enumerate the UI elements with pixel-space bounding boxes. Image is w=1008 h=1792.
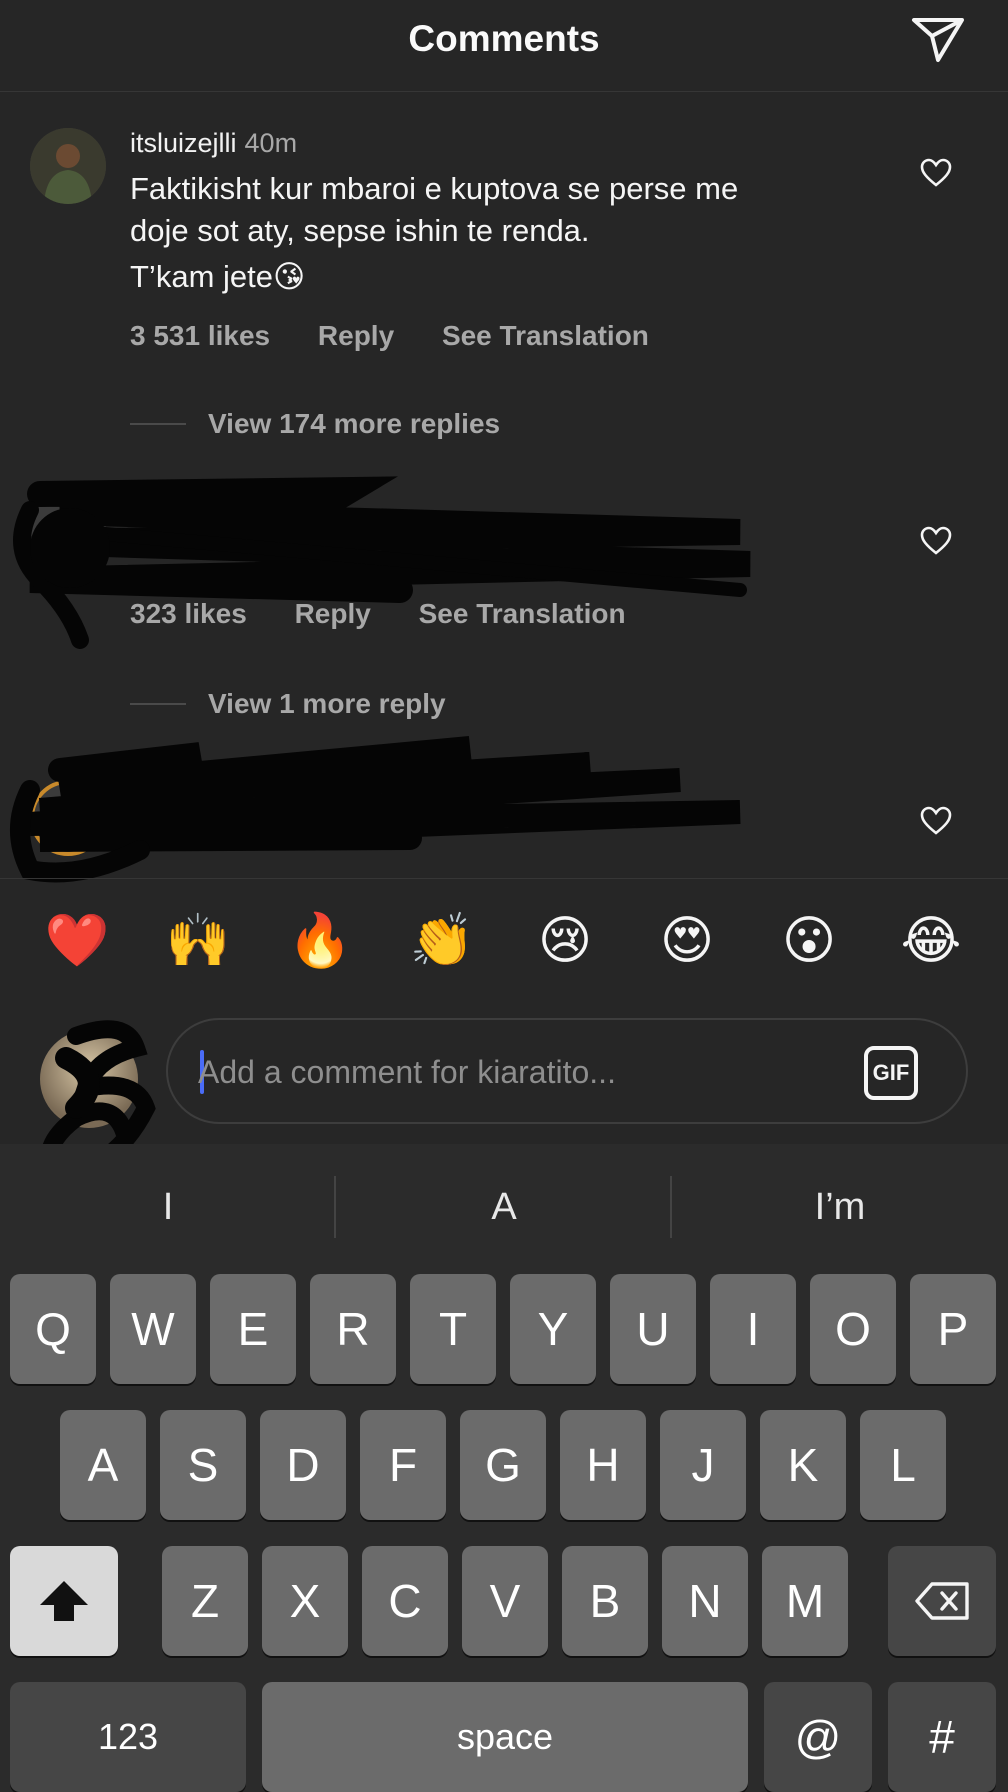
view-replies-button[interactable]: View 1 more reply [130,688,446,720]
redaction-scribble [10,736,741,883]
likes-count[interactable]: 323 likes [130,598,247,629]
backspace-icon [915,1582,969,1620]
redaction-scribble [13,476,751,649]
comments-screen: Comments itsluizejlli 40m Faktikisht kur … [0,0,1008,1792]
reaction-raised-hands-emoji[interactable]: 🙌 [163,911,233,971]
key-p[interactable]: P [910,1274,996,1384]
divider [130,703,186,705]
backspace-key[interactable] [888,1546,996,1656]
like-heart-icon[interactable] [920,158,952,188]
share-send-icon[interactable] [910,14,966,64]
key-a[interactable]: A [60,1410,146,1520]
reaction-heart-eyes-emoji[interactable]: 😍 [652,911,722,971]
at-key[interactable]: @ [764,1682,872,1792]
keyboard-suggestions: I A I’m [0,1144,1008,1270]
key-m[interactable]: M [762,1546,848,1656]
key-n[interactable]: N [662,1546,748,1656]
key-f[interactable]: F [360,1410,446,1520]
reaction-bar: ❤️ 🙌 🔥 👏 😢 😍 😮 😂 [0,878,1008,1018]
shift-arrow-icon [40,1581,88,1621]
reaction-heart-emoji[interactable]: ❤️ [42,911,112,971]
avatar[interactable] [30,780,106,856]
shift-key[interactable] [10,1546,118,1656]
avatar [40,1030,138,1128]
on-screen-keyboard: I A I’m Q W E R T Y U I O P A S D F G H … [0,1144,1008,1792]
key-j[interactable]: J [660,1410,746,1520]
comment-time: 40m [244,128,298,158]
suggestion-item[interactable]: A [336,1186,672,1229]
key-k[interactable]: K [760,1410,846,1520]
key-c[interactable]: C [362,1546,448,1656]
reaction-crying-emoji[interactable]: 😢 [530,911,600,971]
key-w[interactable]: W [110,1274,196,1384]
gif-button[interactable]: GIF [864,1046,918,1100]
reaction-laughing-emoji[interactable]: 😂 [896,911,966,971]
key-q[interactable]: Q [10,1274,96,1384]
key-b[interactable]: B [562,1546,648,1656]
header: Comments [0,0,1008,92]
view-replies-button[interactable]: View 174 more replies [130,408,500,440]
key-x[interactable]: X [262,1546,348,1656]
numbers-key[interactable]: 123 [10,1682,246,1792]
like-heart-icon[interactable] [920,526,952,556]
divider [130,423,186,425]
page-title: Comments [408,18,600,59]
like-heart-icon[interactable] [920,806,952,836]
comment-input[interactable] [198,1046,818,1098]
key-s[interactable]: S [160,1410,246,1520]
likes-count[interactable]: 3 531 likes [130,320,270,351]
key-l[interactable]: L [860,1410,946,1520]
key-y[interactable]: Y [510,1274,596,1384]
comment-input-field[interactable]: GIF [166,1018,968,1124]
comment-username[interactable]: itsluizejlli 40m [130,128,297,159]
see-translation-button[interactable]: See Translation [419,598,626,629]
key-u[interactable]: U [610,1274,696,1384]
see-translation-button[interactable]: See Translation [442,320,649,351]
suggestion-item[interactable]: I [0,1186,336,1229]
key-v[interactable]: V [462,1546,548,1656]
key-e[interactable]: E [210,1274,296,1384]
suggestion-item[interactable]: I’m [672,1186,1008,1229]
key-t[interactable]: T [410,1274,496,1384]
comment-meta: 3 531 likes Reply See Translation [130,320,689,352]
key-g[interactable]: G [460,1410,546,1520]
avatar[interactable] [30,488,106,564]
reaction-clap-emoji[interactable]: 👏 [407,911,477,971]
reply-button[interactable]: Reply [318,320,394,351]
comment-text: Faktikisht kur mbaroi e kuptova se perse… [130,171,739,294]
reply-button[interactable]: Reply [295,598,371,629]
reaction-fire-emoji[interactable]: 🔥 [285,911,355,971]
comment-composer: GIF [0,1018,1008,1188]
avatar[interactable] [30,128,106,204]
reaction-surprised-emoji[interactable]: 😮 [774,911,844,971]
key-r[interactable]: R [310,1274,396,1384]
space-key[interactable]: space [262,1682,748,1792]
hash-key[interactable]: # [888,1682,996,1792]
key-h[interactable]: H [560,1410,646,1520]
key-z[interactable]: Z [162,1546,248,1656]
key-o[interactable]: O [810,1274,896,1384]
comment-meta: 323 likes Reply See Translation [130,598,666,630]
key-i[interactable]: I [710,1274,796,1384]
key-d[interactable]: D [260,1410,346,1520]
